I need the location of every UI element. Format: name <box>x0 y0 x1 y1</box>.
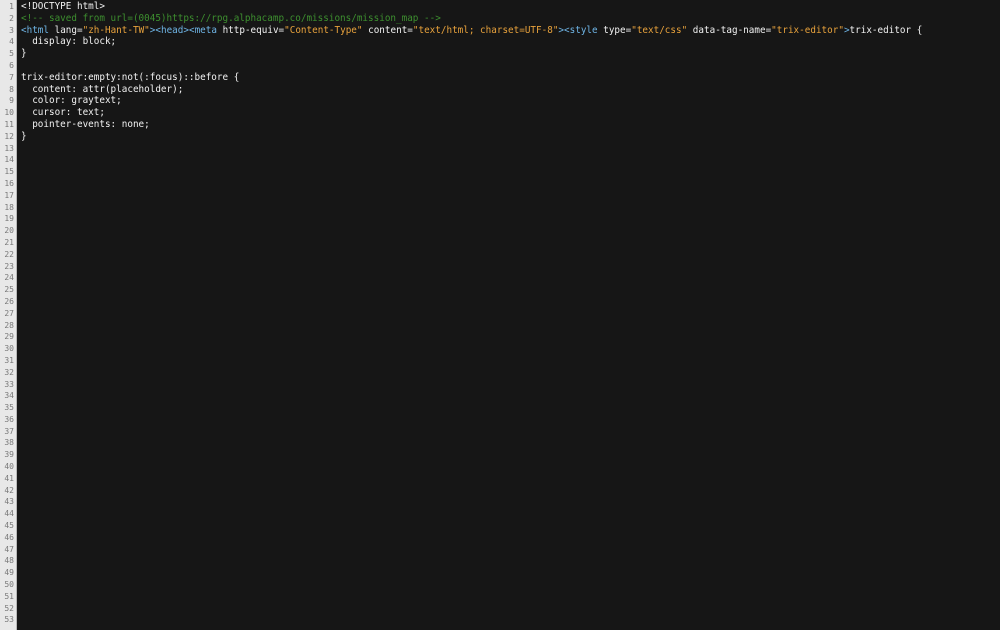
type-attribute: type= <box>597 24 632 36</box>
line-number: 17 <box>4 190 14 200</box>
code-line-5: } <box>21 48 1000 60</box>
line-number: 28 <box>4 320 14 330</box>
doctype-token: <!DOCTYPE html> <box>21 1 105 12</box>
line-number: 35 <box>4 403 14 413</box>
line-numbers: 1 2 3 4 5 6 7 8 9 10 11 12 13 14 15 16 17 18 19 20 21 22 23 24 2… <box>0 0 16 626</box>
line-number: 21 <box>4 237 14 247</box>
type-value: "text/css" <box>631 24 688 36</box>
code-line-3: <html lang="zh-Hant-TW"><head><meta http… <box>21 25 1000 37</box>
line-number: 13 <box>4 143 14 153</box>
line-number: 24 <box>4 273 14 283</box>
line-number: 41 <box>4 473 14 483</box>
line-number: 37 <box>4 426 14 436</box>
code-line-8: content: attr(placeholder); <box>21 84 1000 96</box>
line-number: 51 <box>4 591 14 601</box>
line-number: 10 <box>4 108 14 118</box>
code-text: } <box>21 130 27 142</box>
line-number: 32 <box>4 367 14 377</box>
line-number: 42 <box>4 485 14 495</box>
line-number: 12 <box>4 131 14 141</box>
code-text: trix-editor:empty:not(:focus)::before { <box>21 71 240 83</box>
line-number: 38 <box>4 438 14 448</box>
line-number: 4 <box>9 37 14 47</box>
style-tag-open: <style <box>564 24 598 36</box>
line-number: 36 <box>4 414 14 424</box>
code-line-2: <!-- saved from url=(0045)https://rpg.al… <box>21 13 1000 25</box>
line-number: 40 <box>4 462 14 472</box>
code-line-7: trix-editor:empty:not(:focus)::before { <box>21 72 1000 84</box>
line-number: 23 <box>4 261 14 271</box>
http-equiv-value: "Content-Type" <box>284 24 363 36</box>
line-number: 43 <box>4 497 14 507</box>
line-number: 30 <box>4 344 14 354</box>
line-number: 5 <box>9 49 14 59</box>
content-value: "text/html; charset=UTF-8" <box>412 24 559 36</box>
line-number: 46 <box>4 532 14 542</box>
meta-tag-open: <meta <box>188 24 217 36</box>
line-number: 18 <box>4 202 14 212</box>
line-number: 14 <box>4 155 14 165</box>
lang-value: "zh-Hant-TW" <box>82 24 150 36</box>
code-line-10: cursor: text; <box>21 107 1000 119</box>
lang-attribute: lang= <box>49 24 83 36</box>
line-number: 48 <box>4 556 14 566</box>
line-number: 26 <box>4 296 14 306</box>
line-number: 20 <box>4 226 14 236</box>
code-text: } <box>21 48 27 60</box>
source-viewer[interactable]: 1 2 3 4 5 6 7 8 9 10 11 12 13 14 15 16 17 18 19 20 21 22 23 24 2… <box>0 0 1000 630</box>
line-number: 15 <box>4 167 14 177</box>
code-text: pointer-events: none; <box>21 118 150 130</box>
line-number: 47 <box>4 544 14 554</box>
line-number: 39 <box>4 450 14 460</box>
code-line-11: pointer-events: none; <box>21 119 1000 131</box>
content-attribute: content= <box>362 24 413 36</box>
line-number: 34 <box>4 391 14 401</box>
line-number: 19 <box>4 214 14 224</box>
line-number: 50 <box>4 580 14 590</box>
code-text: display: block; <box>21 36 117 48</box>
line-number: 1 <box>9 2 14 11</box>
line-number: 44 <box>4 509 14 519</box>
line-number: 52 <box>4 603 14 613</box>
line-number: 22 <box>4 249 14 259</box>
data-tag-name-value: "trix-editor" <box>771 24 844 36</box>
line-number: 27 <box>4 308 14 318</box>
comment-token: <!-- saved from url=(0045)https://rpg.al… <box>21 12 441 24</box>
line-number: 45 <box>4 521 14 531</box>
code-area[interactable]: <!DOCTYPE html> <!-- saved from url=(004… <box>21 0 1000 630</box>
code-line-4: display: block; <box>21 36 1000 48</box>
code-line-12: } <box>21 131 1000 143</box>
code-line-1: <!DOCTYPE html> <box>21 1 1000 13</box>
line-number: 2 <box>9 13 14 23</box>
line-number: 9 <box>9 96 14 106</box>
data-tag-name-attribute: data-tag-name= <box>687 24 772 36</box>
line-number: 49 <box>4 568 14 578</box>
code-text: cursor: text; <box>21 107 105 119</box>
line-number: 53 <box>4 615 14 625</box>
line-number: 16 <box>4 178 14 188</box>
line-number: 3 <box>9 25 14 35</box>
line-number: 6 <box>9 60 14 70</box>
css-selector-trix-editor: trix-editor { <box>849 24 923 36</box>
line-number: 25 <box>4 285 14 295</box>
head-tag: <head> <box>155 24 189 36</box>
line-number: 8 <box>9 84 14 94</box>
line-number: 29 <box>4 332 14 342</box>
http-equiv-attribute: http-equiv= <box>216 24 285 36</box>
code-text: content: attr(placeholder); <box>21 83 184 95</box>
html-tag-open: <html <box>21 24 49 36</box>
code-line-9: color: graytext; <box>21 95 1000 107</box>
line-number: 33 <box>4 379 14 389</box>
line-number: 31 <box>4 355 14 365</box>
code-text: color: graytext; <box>21 95 122 107</box>
line-number: 11 <box>4 119 14 129</box>
line-number: 7 <box>9 72 14 82</box>
line-number-gutter: 1 2 3 4 5 6 7 8 9 10 11 12 13 14 15 16 17 18 19 20 21 22 23 24 2… <box>0 0 17 630</box>
